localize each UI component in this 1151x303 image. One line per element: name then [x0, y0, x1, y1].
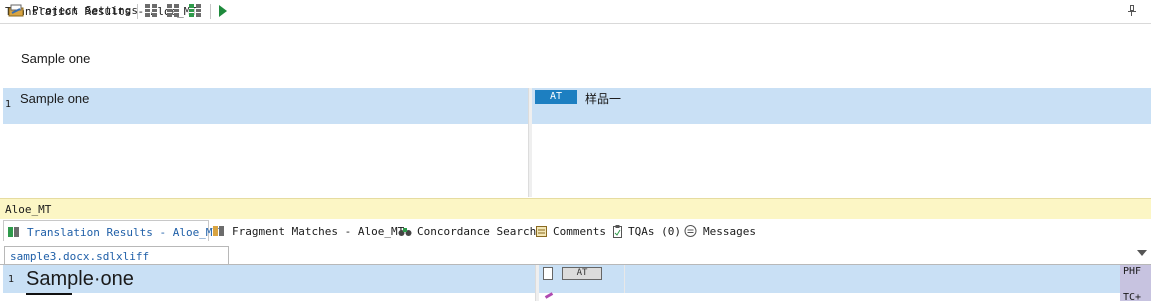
play-next-icon[interactable]	[219, 5, 227, 17]
editor-source-cell[interactable]: Sample·one	[20, 265, 535, 293]
provider-status-bar: Aloe_MT	[0, 198, 1151, 219]
project-settings-icon[interactable]	[8, 4, 25, 17]
apply-translation-icon[interactable]	[188, 3, 203, 18]
side-label-next: TC+	[1123, 292, 1142, 303]
segment-number: 1	[3, 265, 20, 293]
tqa-icon	[612, 225, 624, 238]
move-up-icon[interactable]	[144, 3, 159, 18]
result-source-cell[interactable]: Sample one	[15, 88, 528, 124]
move-down-icon[interactable]	[166, 3, 181, 18]
source-segment-preview: Sample one	[21, 51, 91, 66]
tab-translation-results[interactable]: Translation Results - Aloe_MT	[3, 220, 219, 241]
tab-messages[interactable]: Messages	[684, 220, 756, 241]
pin-icon[interactable]	[1128, 5, 1136, 16]
messages-icon	[684, 225, 697, 237]
provider-name: Aloe_MT	[5, 203, 52, 216]
result-target-cell[interactable]	[532, 88, 1151, 124]
project-settings-button[interactable]: Project Settings	[32, 4, 138, 17]
toolbar	[0, 25, 1151, 47]
document-icon	[543, 267, 553, 280]
binoculars-icon	[398, 225, 412, 237]
tab-fragment-matches[interactable]: Fragment Matches - Aloe_MT	[213, 220, 404, 241]
result-target-text: 样品一	[585, 92, 622, 106]
chevron-down-icon[interactable]	[1137, 250, 1147, 256]
tab-concordance-search[interactable]: Concordance Search	[398, 220, 536, 241]
segment-status-badge: AT	[562, 267, 602, 280]
toolbar-separator	[210, 4, 211, 19]
toolbar-separator	[137, 4, 138, 19]
tab-comments[interactable]: Comments	[536, 220, 608, 241]
editor-next-row-source	[20, 293, 535, 301]
fragment-matches-icon	[213, 225, 225, 237]
comments-icon	[536, 225, 548, 237]
tab-tqas[interactable]: TQAs (0)	[612, 220, 681, 241]
translation-results-icon	[8, 226, 20, 238]
origin-badge: AT	[535, 90, 577, 104]
side-label: PHF	[1123, 266, 1142, 277]
document-tab[interactable]: sample3.docx.sdlxliff [Translation]	[4, 246, 229, 276]
result-row-number: 1	[3, 88, 15, 124]
tab-bar: Translation Results - Aloe_MT Fragment M…	[0, 220, 1151, 242]
editor-target-cell[interactable]	[625, 265, 1120, 293]
